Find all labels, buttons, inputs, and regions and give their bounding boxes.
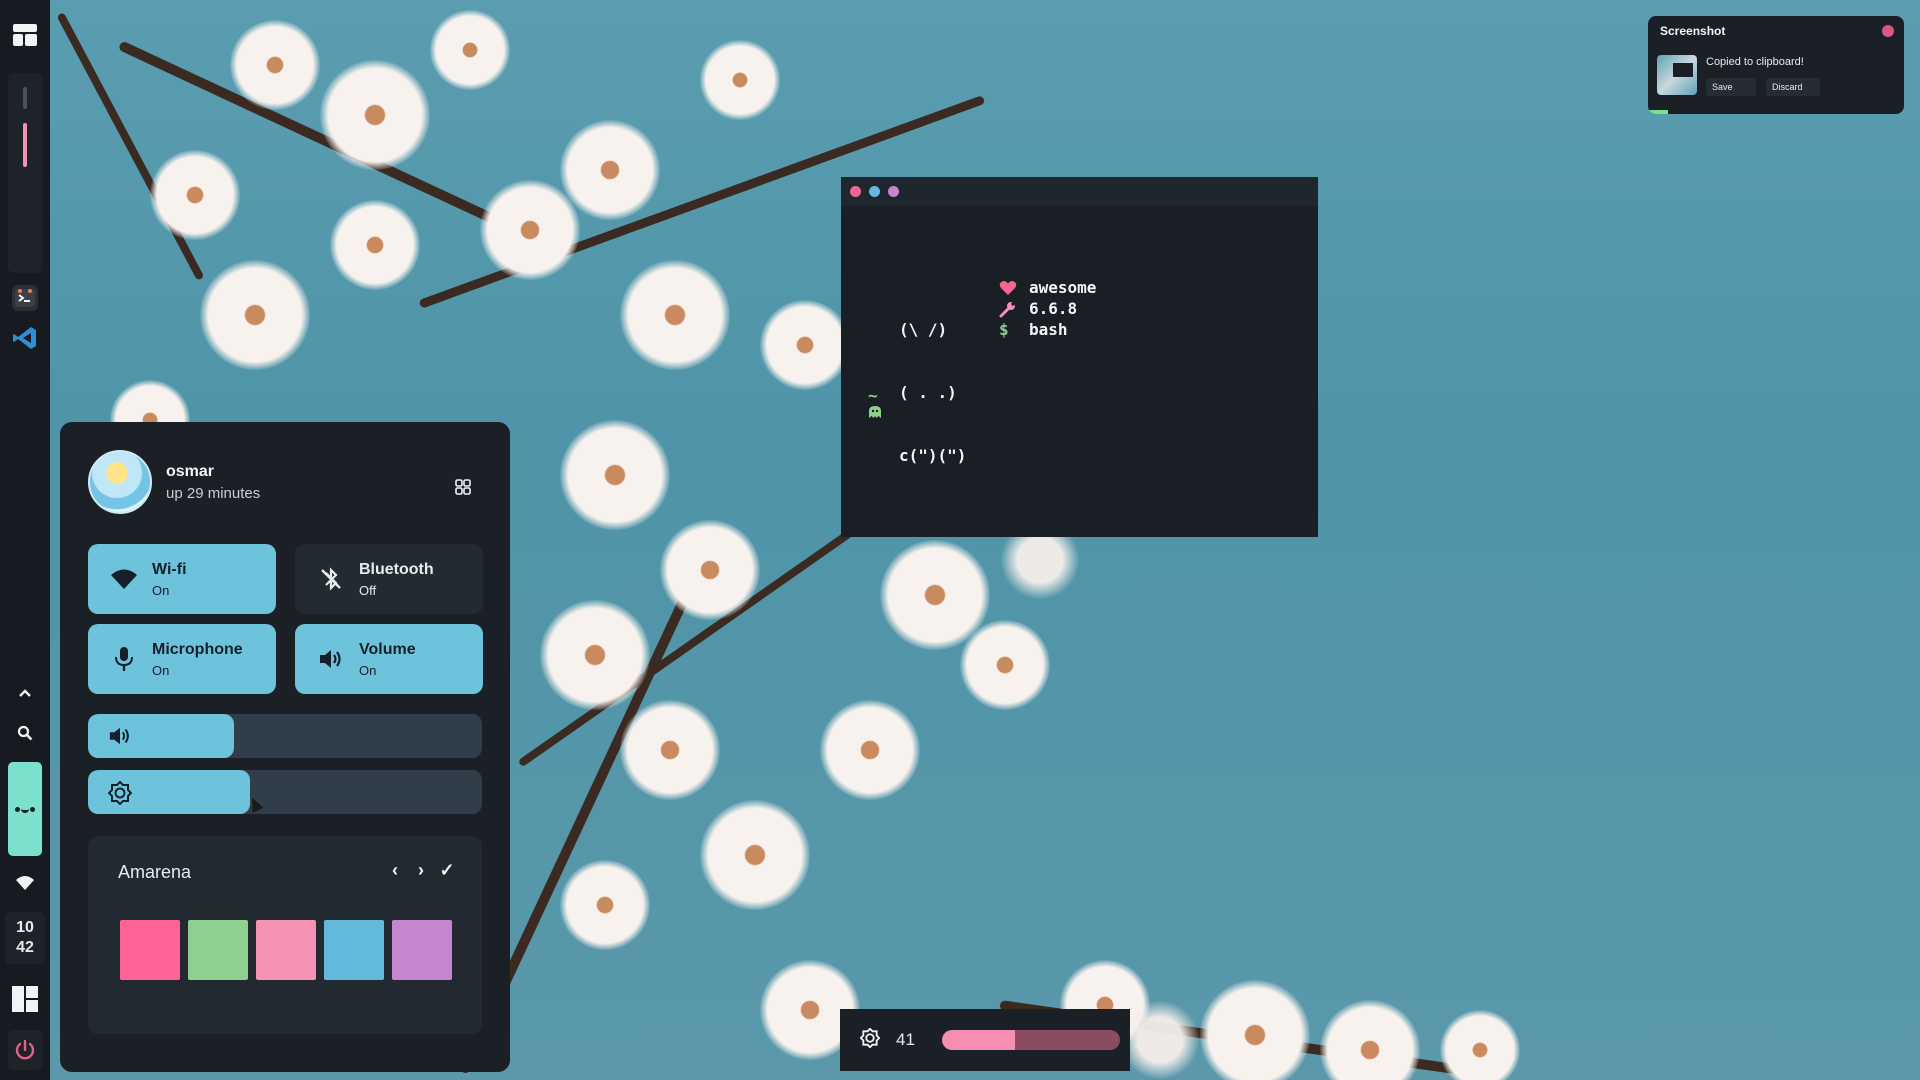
save-button[interactable]: Save (1706, 78, 1756, 96)
microphone-toggle[interactable]: Microphone On (88, 624, 276, 694)
grid-icon[interactable] (448, 472, 478, 502)
toggle-state: On (152, 662, 170, 678)
toggle-label: Volume (359, 640, 416, 658)
wm-name: awesome (1029, 278, 1097, 297)
workspace-indicator[interactable] (8, 73, 42, 273)
toggle-label: Bluetooth (359, 560, 434, 578)
screenshot-thumbnail[interactable] (1657, 55, 1697, 95)
theme-name: Amarena (118, 862, 192, 882)
volume-slider[interactable] (88, 714, 482, 758)
color-swatch (188, 920, 248, 980)
toggle-state: Off (359, 582, 377, 598)
art-line: (\ /) (899, 320, 948, 339)
heart-icon (999, 280, 1029, 296)
wrench-icon (999, 300, 1029, 318)
close-dot[interactable] (850, 186, 861, 197)
fetch-info: awesome 6.6.8 $ bash (999, 277, 1096, 340)
notification-message: Copied to clipboard! (1706, 56, 1804, 68)
terminal-icon[interactable] (12, 285, 38, 311)
terminal-titlebar[interactable] (841, 177, 1318, 206)
terminal-window[interactable]: (\ /) ( . .) c(")(") awesome 6.6.8 $ bas… (841, 177, 1318, 537)
control-center: osmar up 29 minutes Wi-fi On Bluetooth O… (60, 422, 510, 1072)
ghost-prompt-icon (868, 405, 882, 423)
volume-icon (317, 645, 345, 673)
ascii-art: (\ /) ( . .) c(")(") (899, 277, 966, 508)
toggle-label: Microphone (152, 640, 243, 658)
brightness-osd: 41 (840, 1009, 1130, 1071)
theme-selector: Amarena ‹ › ✓ (88, 836, 482, 1034)
brightness-icon (107, 780, 133, 806)
wifi-toggle[interactable]: Wi-fi On (88, 544, 276, 614)
minimize-dot[interactable] (888, 186, 899, 197)
color-swatch (392, 920, 452, 980)
art-line: c(")(") (899, 446, 967, 465)
brightness-osd-bar (942, 1030, 1120, 1050)
bluetooth-off-icon (317, 565, 345, 593)
username: osmar (166, 462, 215, 480)
prompt-dir: ~ (868, 386, 878, 405)
wifi-icon[interactable] (10, 870, 40, 896)
uptime: up 29 minutes (166, 484, 261, 502)
notification-timeout-bar (1648, 110, 1668, 114)
clock[interactable]: 10 42 (5, 912, 45, 964)
close-icon[interactable] (1882, 25, 1894, 37)
discard-button[interactable]: Discard (1766, 78, 1820, 96)
clock-minute: 42 (16, 939, 34, 956)
wifi-icon (110, 565, 138, 593)
brightness-icon (859, 1027, 881, 1053)
color-swatch (120, 920, 180, 980)
user-profile: osmar up 29 minutes (88, 450, 260, 514)
chevron-left-icon[interactable]: ‹ (386, 860, 404, 880)
bluetooth-toggle[interactable]: Bluetooth Off (295, 544, 483, 614)
toggle-label: Wi-fi (152, 560, 187, 578)
maximize-dot[interactable] (869, 186, 880, 197)
volume-icon (108, 725, 132, 747)
kernel-version: 6.6.8 (1029, 299, 1078, 318)
color-swatches (120, 920, 452, 980)
search-icon[interactable] (10, 720, 40, 746)
notification-title: Screenshot (1660, 24, 1726, 38)
clock-hour: 10 (16, 919, 34, 936)
brightness-slider[interactable] (88, 770, 482, 814)
shell-name: bash (1029, 320, 1068, 339)
sidebar: 10 42 (0, 0, 50, 1080)
dollar-icon: $ (999, 320, 1009, 339)
vscode-icon[interactable] (12, 325, 38, 351)
screenshot-notification[interactable]: Screenshot Copied to clipboard! Save Dis… (1648, 16, 1904, 114)
ghost-icon[interactable] (8, 762, 42, 856)
microphone-icon (110, 645, 138, 673)
prompt: ~ (868, 387, 882, 423)
layout-icon[interactable] (12, 986, 38, 1012)
toggle-state: On (359, 662, 377, 678)
power-icon[interactable] (8, 1030, 42, 1070)
layout-icon[interactable] (13, 24, 37, 46)
volume-toggle[interactable]: Volume On (295, 624, 483, 694)
color-swatch (256, 920, 316, 980)
toggle-state: On (152, 582, 170, 598)
art-line: ( . .) (899, 383, 957, 402)
chevron-right-icon[interactable]: › (412, 860, 430, 880)
brightness-value: 41 (896, 1030, 915, 1049)
check-icon[interactable]: ✓ (438, 860, 456, 880)
chevron-up-icon[interactable] (10, 680, 40, 706)
workspace-dot-active[interactable] (23, 123, 27, 167)
avatar[interactable] (88, 450, 152, 514)
brightness-osd-fill (942, 1030, 1015, 1050)
workspace-dot[interactable] (23, 87, 27, 109)
color-swatch (324, 920, 384, 980)
